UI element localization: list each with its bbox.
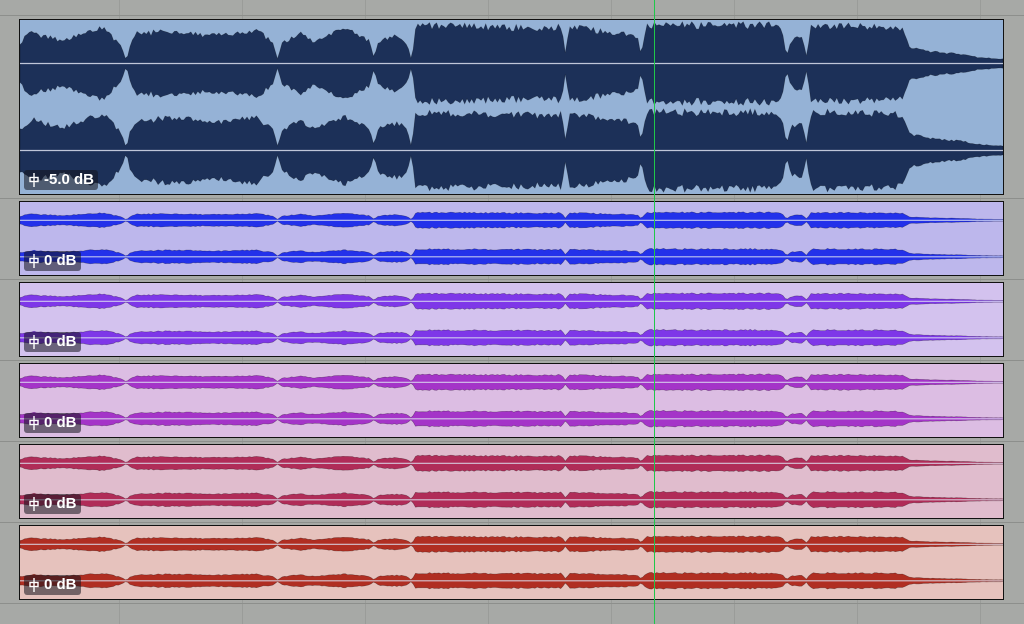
audio-region[interactable]: -5.0 dB (19, 19, 1004, 195)
region-volume-badge[interactable]: 0 dB (24, 332, 81, 352)
fader-icon (29, 497, 39, 511)
audio-region[interactable]: 0 dB (19, 282, 1004, 357)
waveform (20, 21, 1003, 193)
lane-separator (0, 522, 1024, 523)
fader-icon (29, 173, 39, 187)
waveform (20, 211, 1003, 266)
audio-region[interactable]: 0 dB (19, 444, 1004, 519)
playhead[interactable] (654, 0, 655, 624)
region-volume-badge[interactable]: 0 dB (24, 494, 81, 514)
lane-separator (0, 360, 1024, 361)
region-volume-label: 0 dB (44, 576, 77, 593)
audio-region[interactable]: 0 dB (19, 363, 1004, 438)
lane-separator (0, 198, 1024, 199)
waveform (20, 373, 1003, 428)
region-volume-label: 0 dB (44, 495, 77, 512)
audio-region[interactable]: 0 dB (19, 525, 1004, 600)
fader-icon (29, 578, 39, 592)
waveform (20, 292, 1003, 347)
region-volume-label: 0 dB (44, 333, 77, 350)
audio-region[interactable]: 0 dB (19, 201, 1004, 276)
region-volume-label: -5.0 dB (44, 171, 95, 188)
region-volume-label: 0 dB (44, 414, 77, 431)
region-volume-badge[interactable]: -5.0 dB (24, 170, 99, 190)
lane-separator (0, 15, 1024, 16)
arrange-area[interactable]: -5.0 dB 0 dB 0 dB 0 dB 0 dB 0 dB (0, 0, 1024, 624)
waveform (20, 535, 1003, 590)
lane-separator (0, 603, 1024, 604)
region-volume-badge[interactable]: 0 dB (24, 575, 81, 595)
region-volume-label: 0 dB (44, 252, 77, 269)
waveform (20, 454, 1003, 509)
fader-icon (29, 335, 39, 349)
region-volume-badge[interactable]: 0 dB (24, 251, 81, 271)
region-volume-badge[interactable]: 0 dB (24, 413, 81, 433)
lane-separator (0, 279, 1024, 280)
lane-separator (0, 441, 1024, 442)
fader-icon (29, 254, 39, 268)
fader-icon (29, 416, 39, 430)
